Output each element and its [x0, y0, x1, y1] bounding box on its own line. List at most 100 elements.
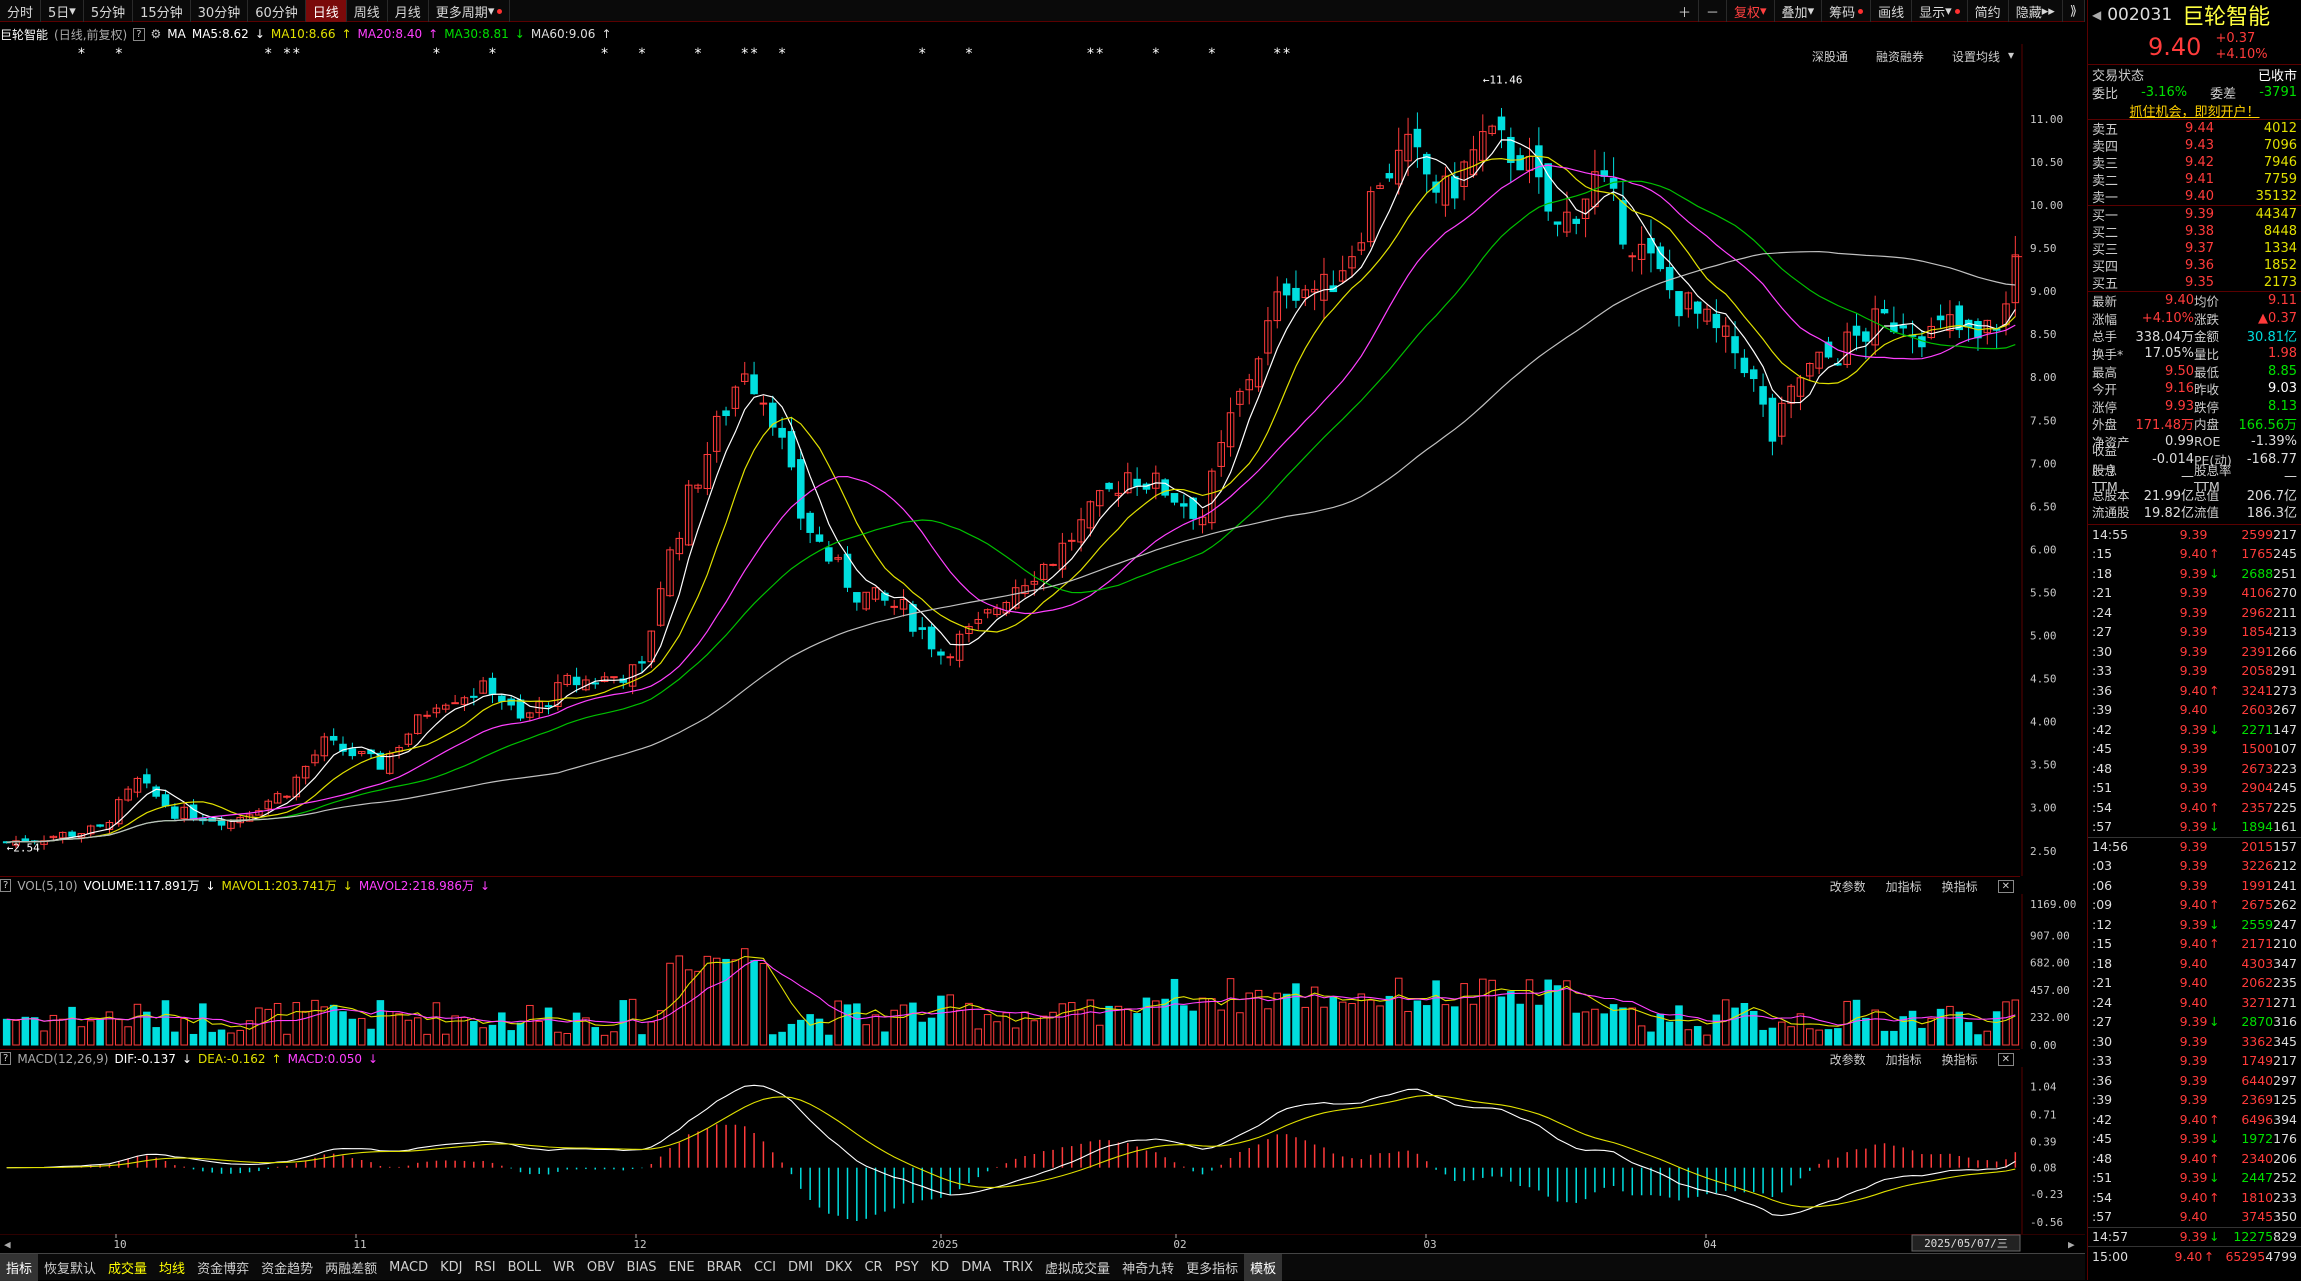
sell-row-3[interactable]: 卖三 9.42 7946	[2088, 154, 2301, 172]
stat-value: 9.40	[2165, 293, 2194, 309]
period-tab-8[interactable]: 月线	[388, 0, 429, 22]
indicator-tab-10[interactable]: BOLL	[502, 1254, 547, 1281]
indicator-tab-9[interactable]: RSI	[468, 1254, 501, 1281]
indicator-tab-27[interactable]: 模板	[1244, 1253, 1283, 1281]
gear-icon[interactable]: ⚙	[151, 27, 162, 41]
period-tab-2[interactable]: 5分钟	[84, 0, 134, 22]
indicator-tab-1[interactable]: 恢复默认	[38, 1254, 102, 1281]
volume-bar	[1011, 1027, 1020, 1046]
indicator-tab-19[interactable]: CR	[858, 1254, 888, 1281]
buy-row-2[interactable]: 买二 9.38 8448	[2088, 223, 2301, 241]
indicator-tab-16[interactable]: CCI	[748, 1254, 782, 1281]
volume-bar	[703, 955, 712, 1046]
switch-indicator-link[interactable]: 换指标	[1942, 878, 1978, 895]
indicator-tab-5[interactable]: 资金趋势	[255, 1254, 319, 1281]
tick-n: 125	[2273, 1092, 2297, 1108]
indicator-tab-2[interactable]: 成交量	[102, 1254, 153, 1281]
volume-bar	[797, 1019, 805, 1046]
indicator-tab-25[interactable]: 神奇九转	[1116, 1254, 1180, 1281]
indicator-tab-14[interactable]: ENE	[662, 1254, 700, 1281]
chart-tools: ＋ － 复权 ▾ 叠加 ▾ 筹码 画线 显示 ▾ 简约 隐藏 ▸▸ ⟫	[1671, 0, 2085, 22]
kline-chart[interactable]: 11.00 10.50 10.00 9.50 9.00 8.50 8.00 7.50 7.00 6…	[0, 44, 2085, 876]
buy-row-5[interactable]: 买五 9.35 2173	[2088, 274, 2301, 292]
fuquan-button[interactable]: 复权 ▾	[1727, 0, 1775, 22]
hide-button[interactable]: 隐藏 ▸▸	[2009, 0, 2063, 22]
indicator-tab-15[interactable]: BRAR	[701, 1254, 748, 1281]
indicator-tab-23[interactable]: TRIX	[997, 1254, 1039, 1281]
indicator-tab-4[interactable]: 资金博弈	[191, 1254, 255, 1281]
indicator-tab-6[interactable]: 两融差额	[319, 1254, 383, 1281]
indicator-tab-7[interactable]: MACD	[383, 1254, 434, 1281]
volume-bar	[1338, 1001, 1347, 1046]
indicator-tab-26[interactable]: 更多指标	[1180, 1254, 1244, 1281]
overlay-button[interactable]: 叠加 ▾	[1775, 0, 1823, 22]
tick-n: 235	[2273, 975, 2297, 991]
indicator-tab-12[interactable]: OBV	[581, 1254, 621, 1281]
event-star-icon: *	[778, 46, 786, 62]
buy-row-4[interactable]: 买四 9.36 1852	[2088, 257, 2301, 275]
help-icon[interactable]: ?	[0, 879, 12, 892]
add-icon[interactable]: ＋	[1671, 0, 1699, 22]
open-account-link[interactable]: 抓住机会，即刻开户！	[2129, 101, 2259, 120]
macd-chart[interactable]: 1.04 0.71 0.39 0.08 -0.23 -0.56	[0, 1067, 2085, 1234]
help-icon[interactable]: ?	[133, 27, 145, 41]
sell-row-5[interactable]: 卖一 9.40 35132	[2088, 188, 2301, 206]
period-tab-5[interactable]: 60分钟	[248, 0, 306, 22]
switch-indicator-link[interactable]: 换指标	[1942, 1051, 1978, 1068]
price-axis-label: 3.50	[2030, 759, 2057, 772]
dif-value: DIF:-0.137	[114, 1051, 176, 1066]
close-icon[interactable]: ✕	[1997, 879, 2014, 893]
tick-row: :45 9.39 ↓ 1972 176	[2088, 1129, 2301, 1149]
indicator-tab-13[interactable]: BIAS	[621, 1254, 663, 1281]
edit-params-link[interactable]: 改参数	[1830, 878, 1866, 895]
volume-chart[interactable]: 1169.00 907.00 682.00 457.00 232.00 0.00	[0, 894, 2085, 1049]
sell-row-2[interactable]: 卖四 9.43 7096	[2088, 137, 2301, 155]
period-tab-1[interactable]: 5日 ▾	[41, 0, 84, 22]
add-indicator-link[interactable]: 加指标	[1886, 1051, 1922, 1068]
indicator-tab-17[interactable]: DMI	[782, 1254, 819, 1281]
volume-bar	[1114, 1005, 1123, 1046]
candle-body	[507, 698, 515, 706]
indicator-tab-0[interactable]: 指标	[0, 1253, 39, 1281]
period-tab-4[interactable]: 30分钟	[191, 0, 249, 22]
tick-list[interactable]: 14:55 9.39 2599 217:15 9.40 ↑ 1765 245:18 9.39 ↓ 2…	[2088, 525, 2301, 1266]
volume-bar	[470, 1021, 478, 1046]
candle-body	[825, 547, 833, 562]
tick-v: 1810	[2241, 1189, 2274, 1205]
volume-bar	[217, 1029, 226, 1046]
prev-stock-icon[interactable]: ◀	[2092, 8, 2101, 22]
period-tab-3[interactable]: 15分钟	[133, 0, 191, 22]
sell-row-4[interactable]: 卖二 9.41 7759	[2088, 171, 2301, 189]
help-icon[interactable]: ?	[0, 1052, 12, 1065]
period-tab-9[interactable]: 更多周期 ▾	[429, 0, 511, 22]
period-tab-6[interactable]: 日线	[305, 0, 347, 22]
sell-row-1[interactable]: 卖五 9.44 4012	[2088, 120, 2301, 138]
tick-p: 9.39	[2179, 839, 2208, 855]
period-tab-7[interactable]: 周线	[347, 0, 388, 22]
stat-label: 流值	[2194, 505, 2220, 521]
simple-button[interactable]: 简约	[1968, 0, 2009, 22]
candle-body	[488, 677, 497, 695]
buy-row-3[interactable]: 买三 9.37 1334	[2088, 240, 2301, 258]
indicator-tab-22[interactable]: DMA	[955, 1254, 997, 1281]
edit-params-link[interactable]: 改参数	[1830, 1051, 1866, 1068]
ma10-value: MA10:8.66	[270, 27, 336, 41]
minus-icon[interactable]: －	[1699, 0, 1727, 22]
indicator-tab-24[interactable]: 虚拟成交量	[1039, 1254, 1116, 1281]
indicator-tab-8[interactable]: KDJ	[434, 1254, 468, 1281]
indicator-tab-20[interactable]: PSY	[889, 1254, 925, 1281]
display-button[interactable]: 显示 ▾	[1912, 0, 1968, 22]
add-indicator-link[interactable]: 加指标	[1886, 878, 1922, 895]
tick-v: 2962	[2241, 604, 2274, 620]
collapse-panel-icon[interactable]: ⟫	[2063, 0, 2085, 22]
chips-button[interactable]: 筹码	[1822, 0, 1872, 22]
indicator-tab-21[interactable]: KD	[925, 1254, 956, 1281]
indicator-tab-3[interactable]: 均线	[153, 1254, 191, 1281]
volume-bar	[722, 958, 730, 1046]
close-icon[interactable]: ✕	[1997, 1052, 2014, 1066]
buy-row-1[interactable]: 买一 9.39 44347	[2088, 206, 2301, 224]
period-tab-0[interactable]: 分时	[0, 0, 42, 22]
draw-button[interactable]: 画线	[1871, 0, 1913, 22]
indicator-tab-18[interactable]: DKX	[819, 1254, 858, 1281]
indicator-tab-11[interactable]: WR	[547, 1254, 581, 1281]
